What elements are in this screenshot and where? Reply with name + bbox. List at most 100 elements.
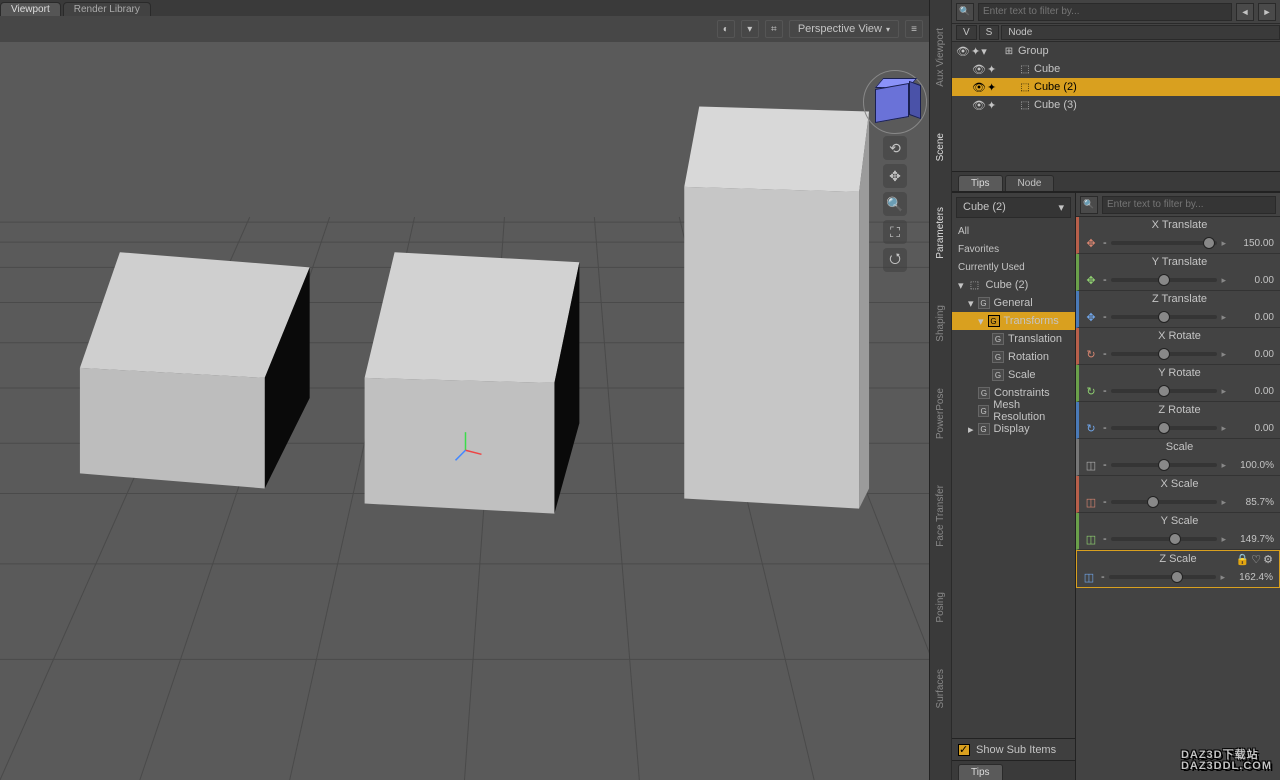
viewport-tabs: Viewport Render Library [0, 0, 929, 16]
scene-filter-input[interactable] [978, 3, 1232, 21]
cat-translation[interactable]: GTranslation [952, 330, 1075, 348]
selectable-icon[interactable]: ✦ [987, 81, 996, 94]
slider-x-scale[interactable] [1111, 500, 1218, 504]
slider-x-translate[interactable] [1111, 241, 1218, 245]
lock-icon[interactable]: 🔒 [1236, 553, 1250, 566]
param-y-rotate: Y Rotate ↻-▸0.00 [1076, 365, 1280, 402]
selectable-icon[interactable]: ✦ [971, 45, 980, 58]
show-sub-items[interactable]: Show Sub Items [952, 738, 1075, 760]
cat-scale[interactable]: GScale [952, 366, 1075, 384]
shading-mode-icon[interactable]: ◐ [717, 20, 735, 38]
tree-label: Group [1018, 45, 1049, 57]
gear-icon[interactable]: ⚙ [1263, 553, 1273, 566]
tab-node[interactable]: Node [1005, 175, 1055, 191]
chevron-down-icon: ▾ [1058, 201, 1064, 214]
viewport-options-icon[interactable]: ≡ [905, 20, 923, 38]
strip-parameters[interactable]: Parameters [935, 199, 946, 267]
strip-powerpose[interactable]: PowerPose [935, 380, 946, 447]
slider-z-rotate[interactable] [1111, 426, 1218, 430]
strip-surfaces[interactable]: Surfaces [935, 661, 946, 716]
favorite-icon[interactable]: ♡ [1251, 553, 1261, 566]
frame-icon[interactable]: ⛶ [883, 220, 907, 244]
view-cube[interactable] [869, 76, 921, 128]
cat-currently-used[interactable]: Currently Used [952, 258, 1075, 276]
tree-label: Cube [1034, 63, 1060, 75]
tree-row-group[interactable]: 👁✦▾ ⊞ Group [952, 42, 1280, 60]
param-y-scale: Y Scale ◫-▸149.7% [1076, 513, 1280, 550]
expand-icon[interactable]: ▾ [981, 45, 987, 58]
tree-row-cube-3[interactable]: 👁✦ ⬚ Cube (3) [952, 96, 1280, 114]
camera-icon[interactable]: ⌗ [765, 20, 783, 38]
group-icon: ⊞ [1002, 46, 1016, 57]
scale-icon: ◫ [1083, 494, 1099, 510]
cat-all[interactable]: All [952, 222, 1075, 240]
strip-posing[interactable]: Posing [935, 584, 946, 631]
strip-shaping[interactable]: Shaping [935, 297, 946, 350]
cat-favorites[interactable]: Favorites [952, 240, 1075, 258]
show-sub-items-label: Show Sub Items [976, 744, 1056, 756]
translate-icon: ✥ [1083, 272, 1099, 288]
scene-filter-row: 🔍 ◄ ► [952, 0, 1280, 24]
rotate-icon: ↻ [1083, 383, 1099, 399]
mesh-cube-2 [365, 252, 580, 513]
prev-match-icon[interactable]: ◄ [1236, 3, 1254, 21]
tab-render-library[interactable]: Render Library [63, 2, 151, 16]
pan-icon[interactable]: ✥ [883, 164, 907, 188]
draw-style-icon[interactable]: ▾ [741, 20, 759, 38]
cube-icon: ⬚ [1018, 82, 1032, 93]
tab-tips[interactable]: Tips [958, 175, 1003, 191]
reset-icon[interactable]: ⭯ [883, 248, 907, 272]
param-filter-input[interactable] [1102, 196, 1276, 214]
tree-row-cube-2[interactable]: 👁✦ ⬚ Cube (2) [952, 78, 1280, 96]
search-icon[interactable]: 🔍 [956, 3, 974, 21]
slider-x-rotate[interactable] [1111, 352, 1218, 356]
param-filter-row: 🔍 [1076, 193, 1280, 217]
cat-node[interactable]: ▾⬚Cube (2) [952, 276, 1075, 294]
checkbox-icon[interactable] [958, 744, 970, 756]
slider-y-rotate[interactable] [1111, 389, 1218, 393]
tree-row-cube-1[interactable]: 👁✦ ⬚ Cube [952, 60, 1280, 78]
cat-rotation[interactable]: GRotation [952, 348, 1075, 366]
zoom-icon[interactable]: 🔍 [883, 192, 907, 216]
col-s[interactable]: S [979, 25, 1000, 40]
param-x-translate: X Translate ✥-▸150.00 [1076, 217, 1280, 254]
visibility-icon[interactable]: 👁 [972, 99, 986, 112]
scale-icon: ◫ [1083, 531, 1099, 547]
cat-general[interactable]: ▾GGeneral [952, 294, 1075, 312]
slider-z-translate[interactable] [1111, 315, 1218, 319]
search-icon[interactable]: 🔍 [1080, 196, 1098, 214]
mesh-cube-1 [80, 252, 310, 488]
orbit-icon[interactable]: ⟲ [883, 136, 907, 160]
viewport-3d[interactable]: ◐ ▾ ⌗ Perspective View ▾ ≡ ⟲ ✥ 🔍 [0, 16, 929, 780]
selectable-icon[interactable]: ✦ [987, 63, 996, 76]
tab-viewport[interactable]: Viewport [0, 2, 61, 16]
selectable-icon[interactable]: ✦ [987, 99, 996, 112]
slider-y-scale[interactable] [1111, 537, 1218, 541]
cube-icon: ⬚ [1018, 64, 1032, 75]
strip-aux-viewport[interactable]: Aux Viewport [935, 20, 946, 95]
cat-mesh-resolution[interactable]: GMesh Resolution [952, 402, 1075, 420]
side-strip-left: Aux Viewport Scene Parameters Shaping Po… [930, 0, 952, 780]
visibility-icon[interactable]: 👁 [956, 45, 970, 58]
slider-z-scale[interactable] [1109, 575, 1217, 579]
mid-tabs: Tips Node [952, 172, 1280, 192]
watermark: DAZ3D下载站 DAZ3DDL.COM [1181, 750, 1272, 772]
slider-y-translate[interactable] [1111, 278, 1218, 282]
strip-scene[interactable]: Scene [935, 125, 946, 169]
visibility-icon[interactable]: 👁 [972, 63, 986, 76]
parameter-panel: 🔍 X Translate ✥-▸150.00 Y Translate ✥-▸0… [1076, 193, 1280, 780]
scale-icon: ◫ [1081, 569, 1097, 585]
strip-face-transfer[interactable]: Face Transfer [935, 477, 946, 555]
visibility-icon[interactable]: 👁 [972, 81, 986, 94]
next-match-icon[interactable]: ► [1258, 3, 1276, 21]
col-node[interactable]: Node [1001, 25, 1280, 40]
camera-dropdown[interactable]: Perspective View ▾ [789, 20, 899, 38]
object-selector[interactable]: Cube (2) ▾ [956, 197, 1071, 218]
slider-scale[interactable] [1111, 463, 1218, 467]
param-x-scale: X Scale ◫-▸85.7% [1076, 476, 1280, 513]
col-v[interactable]: V [956, 25, 977, 40]
scene-tree: 👁✦▾ ⊞ Group 👁✦ ⬚ Cube 👁✦ ⬚ Cube (2) 👁✦ ⬚ [952, 42, 1280, 172]
bottom-tab-tips[interactable]: Tips [958, 764, 1003, 780]
cat-transforms[interactable]: ▾GTransforms [952, 312, 1075, 330]
tree-label: Cube (3) [1034, 99, 1077, 111]
